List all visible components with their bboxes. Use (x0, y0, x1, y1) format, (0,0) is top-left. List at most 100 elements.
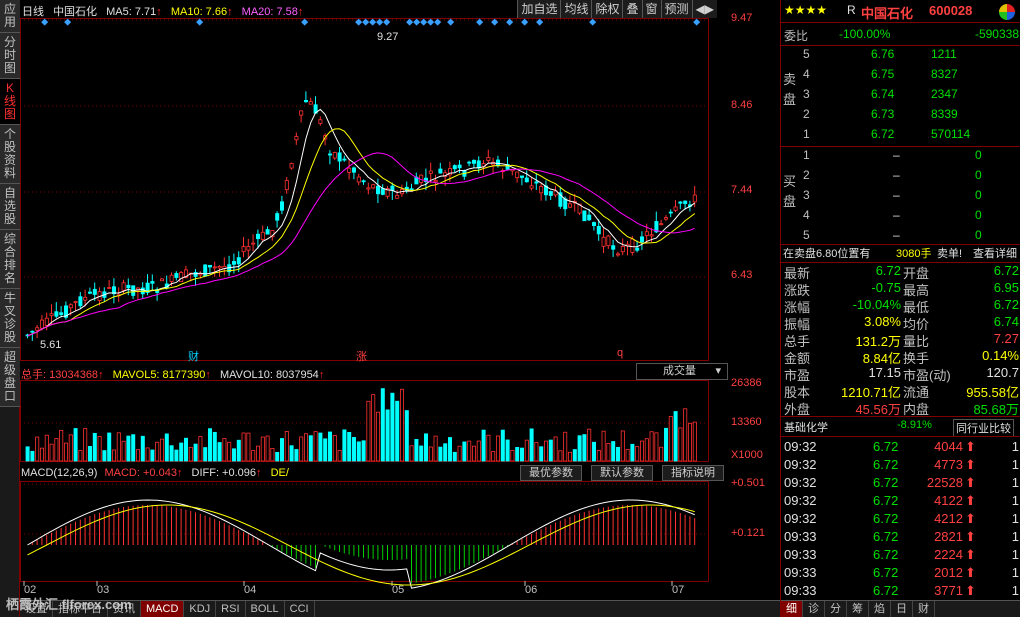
tab-diagnose[interactable]: 诊 (803, 601, 825, 617)
volume-bar (246, 432, 251, 462)
volume-bar (457, 445, 462, 462)
tab-stock-info[interactable]: 个股资料 (0, 125, 20, 184)
panel-tab-bar: 细 诊 分 筹 焰 日 财 (781, 600, 1020, 617)
tab-macd[interactable]: MACD (141, 601, 185, 617)
tab-daily[interactable]: 日 (891, 601, 913, 617)
chart-canvas[interactable] (20, 0, 780, 600)
x-axis-label: 05 (392, 584, 405, 596)
volume-bar (524, 439, 529, 462)
candle-body (356, 176, 361, 183)
order-volume: 8339 (931, 107, 958, 121)
optimal-params-button[interactable]: 最优参数 (520, 465, 582, 481)
volume-bar (519, 447, 524, 462)
stat-value: 17.15 (868, 365, 901, 380)
order-volume: 1211 (931, 47, 957, 61)
default-params-button[interactable]: 默认参数 (591, 465, 653, 481)
tick-time: 09:33 (784, 565, 817, 580)
volume-bar (380, 388, 385, 462)
color-wheel-icon[interactable] (999, 4, 1015, 20)
ex-rights-button[interactable]: 除权 (591, 0, 623, 18)
event-marker-zhang[interactable]: 涨 (356, 348, 367, 364)
price-pane-frame (20, 18, 709, 361)
tab-kline[interactable]: K线图 (0, 79, 20, 125)
event-marker-cai[interactable]: 财 (188, 348, 199, 364)
order-price: 6.74 (871, 87, 895, 101)
kline-chart-area[interactable]: 日线 中国石化 MA5: 7.71↑ MA10: 7.66↑ MA20: 7.5… (20, 0, 780, 600)
overlay-button[interactable]: 叠 (622, 0, 642, 18)
scroll-arrows-icon[interactable]: ◀▶ (691, 0, 717, 18)
volume-bar (486, 434, 491, 462)
tab-ranking[interactable]: 综合排名 (0, 230, 20, 289)
event-marker-q[interactable]: q (617, 347, 623, 359)
volume-bar (688, 422, 693, 462)
view-detail-link[interactable]: 查看详细 (973, 245, 1017, 261)
tick-volume: 22528 (926, 475, 963, 490)
tab-finance[interactable]: 财 (913, 601, 935, 617)
signal-diamond (536, 18, 544, 26)
candle-body (524, 177, 529, 183)
candle-body (337, 152, 342, 162)
ma5-value: MA5: 7.71 (106, 6, 157, 18)
window-button[interactable]: 窗 (641, 0, 661, 18)
tab-intraday[interactable]: 分时图 (0, 33, 20, 79)
tab-kdj[interactable]: KDJ (184, 601, 217, 617)
volume-bar (299, 436, 304, 462)
low-price-label: 5.61 (40, 339, 62, 351)
volume-axis-label: 26386 (731, 377, 762, 389)
volume-bar (251, 450, 256, 462)
mavol10-value: MAVOL10: 8037954 (219, 369, 319, 381)
up-arrow-icon: ⬆ (965, 565, 976, 580)
volume-bar (169, 445, 174, 462)
candle-body (193, 272, 198, 277)
tab-super-quote[interactable]: 超级盘口 (0, 348, 20, 407)
volume-bar (462, 441, 467, 462)
volume-bar (668, 416, 673, 462)
volume-mode-select[interactable]: 成交量 ▾ (636, 363, 728, 380)
candle-body (203, 264, 208, 277)
volume-bar (419, 445, 424, 462)
tab-app[interactable]: 应用 (0, 0, 20, 33)
volume-bar (183, 437, 188, 462)
candle-body (30, 330, 35, 333)
add-watchlist-button[interactable]: 加自选 (517, 0, 561, 18)
volume-bar (49, 443, 54, 462)
indicator-help-button[interactable]: 指标说明 (662, 465, 724, 481)
industry-compare-button[interactable]: 同行业比较 (953, 419, 1014, 437)
ask-alert[interactable]: 在卖盘6.80位置有 3080手 卖单! 查看详细 (781, 245, 1020, 263)
volume-bar (553, 436, 558, 462)
tab-chips[interactable]: 筹 (847, 601, 869, 617)
tab-minute[interactable]: 分 (825, 601, 847, 617)
tab-diagnosis[interactable]: 牛叉诊股 (0, 289, 20, 348)
tick-price: 6.72 (873, 583, 899, 598)
tab-detail[interactable]: 细 (781, 601, 803, 617)
sector-name[interactable]: 基础化学 (784, 419, 828, 435)
ma-button[interactable]: 均线 (560, 0, 592, 18)
candle-body (582, 210, 587, 222)
tab-flame[interactable]: 焰 (869, 601, 891, 617)
tick-volume: 4773 (934, 457, 963, 472)
candle-body (519, 175, 524, 178)
up-arrow-icon: ⬆ (965, 439, 976, 454)
volume-bar (78, 450, 83, 462)
tab-boll[interactable]: BOLL (246, 601, 285, 617)
sector-row[interactable]: 基础化学 -8.91% 同行业比较 (781, 419, 1020, 437)
volume-unit-label: X1000 (731, 449, 763, 461)
tick-price: 6.72 (873, 511, 899, 526)
volume-bar (188, 446, 193, 462)
tab-watchlist[interactable]: 自选股 (0, 184, 20, 230)
candle-body (351, 167, 356, 173)
volume-bar (116, 432, 121, 462)
forecast-button[interactable]: 预测 (660, 0, 692, 18)
order-price: 6.73 (871, 107, 895, 121)
tab-rsi[interactable]: RSI (216, 601, 246, 617)
volume-bar (544, 440, 549, 462)
volume-bar (640, 440, 645, 462)
volume-bar (112, 449, 117, 462)
candle-body (212, 266, 217, 269)
volume-bar (212, 431, 217, 462)
volume-bar (375, 411, 380, 462)
order-volume: 0 (975, 228, 982, 242)
tick-price: 6.72 (873, 457, 899, 472)
tab-cci[interactable]: CCI (285, 601, 315, 617)
sector-change: -8.91% (897, 419, 932, 431)
